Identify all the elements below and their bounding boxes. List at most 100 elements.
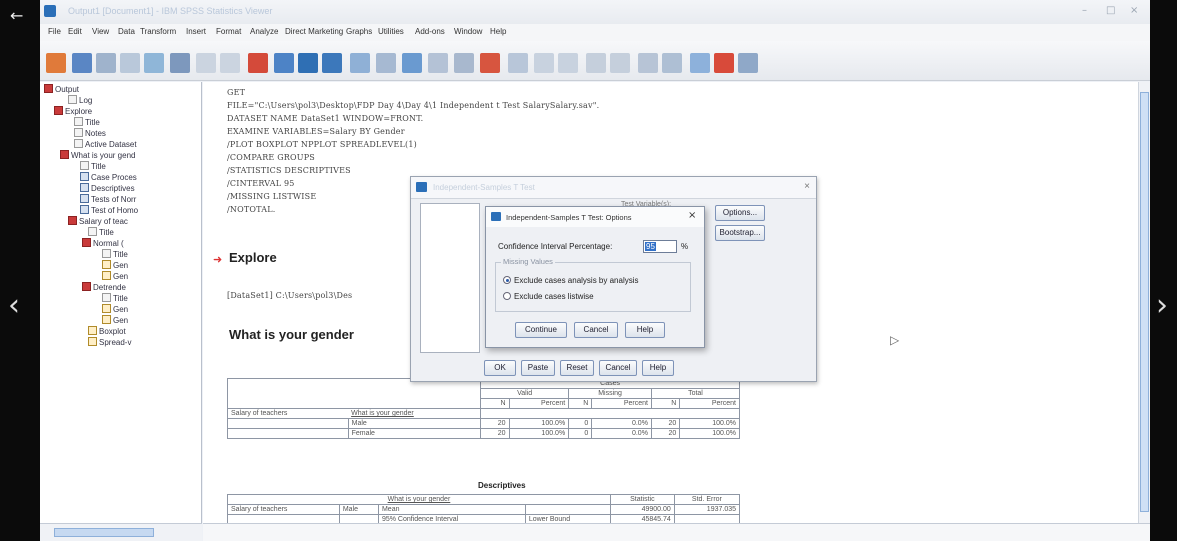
exclude-listwise-radio[interactable]: Exclude cases listwise bbox=[503, 292, 594, 301]
back-arrow-icon[interactable]: ← bbox=[10, 6, 23, 25]
variables-list[interactable] bbox=[420, 203, 480, 353]
tree-item-salary[interactable]: Salary of teac bbox=[68, 216, 128, 227]
tree-item-notes[interactable]: Notes bbox=[74, 128, 106, 139]
tree-item-active-dataset[interactable]: Active Dataset bbox=[74, 139, 137, 150]
tree-item-gen-chart[interactable]: Gen bbox=[102, 271, 128, 282]
goto-variable-icon[interactable] bbox=[298, 53, 318, 73]
section-heading[interactable]: What is your gender bbox=[229, 327, 354, 342]
insert-text-icon[interactable] bbox=[480, 53, 500, 73]
menu-graphs[interactable]: Graphs bbox=[346, 27, 372, 36]
tree-item-descriptives[interactable]: Descriptives bbox=[80, 183, 135, 194]
dialog-title: Independent-Samples T Test: Options bbox=[506, 213, 632, 222]
create-title-icon[interactable] bbox=[428, 53, 448, 73]
next-arrow-icon[interactable]: › bbox=[1156, 291, 1168, 321]
menu-transform[interactable]: Transform bbox=[140, 27, 176, 36]
tree-item-normal-qq[interactable]: Normal ( bbox=[82, 238, 124, 249]
show-icon[interactable] bbox=[638, 53, 658, 73]
menu-insert[interactable]: Insert bbox=[186, 27, 206, 36]
menu-add-ons[interactable]: Add-ons bbox=[415, 27, 445, 36]
tree-item-detrended[interactable]: Detrende bbox=[82, 282, 126, 293]
show-all-icon[interactable] bbox=[350, 53, 370, 73]
tree-item-title[interactable]: Title bbox=[102, 293, 128, 304]
maximize-button[interactable]: □ bbox=[1106, 5, 1115, 16]
tree-item-title[interactable]: Title bbox=[88, 227, 114, 238]
save-icon[interactable] bbox=[72, 53, 92, 73]
tree-item-title[interactable]: Title bbox=[74, 117, 100, 128]
tree-item-title[interactable]: Title bbox=[80, 161, 106, 172]
menu-utilities[interactable]: Utilities bbox=[378, 27, 404, 36]
tree-item-explore[interactable]: Explore bbox=[54, 106, 92, 117]
new-window-icon[interactable] bbox=[690, 53, 710, 73]
menu-direct-marketing[interactable]: Direct Marketing bbox=[285, 27, 343, 36]
case-processing-table[interactable]: Cases Valid Missing Total N Percent N Pe… bbox=[226, 378, 741, 439]
hide-items-icon[interactable] bbox=[662, 53, 682, 73]
recall-dialog-icon[interactable] bbox=[170, 53, 190, 73]
reset-button[interactable]: Reset bbox=[560, 360, 594, 376]
minimize-button[interactable]: – bbox=[1082, 5, 1087, 16]
scrollbar-thumb[interactable] bbox=[54, 528, 154, 537]
demote-arrow-icon[interactable] bbox=[558, 53, 578, 73]
select-last-output-icon[interactable] bbox=[402, 53, 422, 73]
descriptives-table[interactable]: What is your gender Statistic Std. Error… bbox=[227, 494, 741, 523]
promote-arrow-icon[interactable] bbox=[534, 53, 554, 73]
tree-item-homogeneity[interactable]: Test of Homo bbox=[80, 205, 138, 216]
chart-builder-icon[interactable] bbox=[714, 53, 734, 73]
goto-data-icon[interactable] bbox=[248, 53, 268, 73]
descriptives-title: Descriptives bbox=[478, 481, 526, 490]
help-button[interactable]: Help bbox=[642, 360, 674, 376]
tree-item-log[interactable]: Log bbox=[68, 95, 92, 106]
export-icon[interactable] bbox=[144, 53, 164, 73]
close-button[interactable]: × bbox=[1130, 5, 1138, 16]
redo-icon[interactable] bbox=[220, 53, 240, 73]
close-icon[interactable]: × bbox=[688, 210, 696, 221]
paste-button[interactable]: Paste bbox=[521, 360, 555, 376]
print-preview-icon[interactable] bbox=[120, 53, 140, 73]
menu-file[interactable]: File bbox=[48, 27, 61, 36]
stat-label: 95% Confidence Interval bbox=[377, 514, 526, 523]
cancel-button[interactable]: Cancel bbox=[574, 322, 618, 338]
tree-item-gender[interactable]: What is your gend bbox=[60, 150, 135, 161]
tree-item-tests-of-normality[interactable]: Tests of Norr bbox=[80, 194, 136, 205]
confidence-interval-input[interactable]: 95 bbox=[643, 240, 677, 253]
tree-item-title[interactable]: Title bbox=[102, 249, 128, 260]
tree-item-spread-level[interactable]: Spread-v bbox=[88, 337, 131, 348]
tree-item-gen-chart[interactable]: Gen bbox=[102, 304, 128, 315]
bootstrap-button[interactable]: Bootstrap... bbox=[715, 225, 765, 241]
close-icon[interactable]: × bbox=[804, 181, 810, 192]
vertical-scrollbar[interactable] bbox=[1138, 82, 1150, 523]
expand-icon[interactable] bbox=[586, 53, 606, 73]
exclude-analysis-radio[interactable]: Exclude cases analysis by analysis bbox=[503, 276, 639, 285]
help-button[interactable]: Help bbox=[625, 322, 665, 338]
dialog-recall-icon[interactable] bbox=[738, 53, 758, 73]
tree-item-gen-chart[interactable]: Gen bbox=[102, 315, 128, 326]
continue-button[interactable]: Continue bbox=[515, 322, 567, 338]
menu-format[interactable]: Format bbox=[216, 27, 241, 36]
tree-item-case-processing[interactable]: Case Proces bbox=[80, 172, 137, 183]
print-icon[interactable] bbox=[96, 53, 116, 73]
collapse-icon[interactable] bbox=[610, 53, 630, 73]
options-button[interactable]: Options... bbox=[715, 205, 765, 221]
designate-window-icon[interactable] bbox=[376, 53, 396, 73]
ok-button[interactable]: OK bbox=[484, 360, 516, 376]
tree-item-output[interactable]: Output bbox=[44, 84, 79, 95]
insert-heading-icon[interactable] bbox=[454, 53, 474, 73]
variables-icon[interactable] bbox=[322, 53, 342, 73]
tree-item-boxplot[interactable]: Boxplot bbox=[88, 326, 126, 337]
undo-icon[interactable] bbox=[196, 53, 216, 73]
menu-analyze[interactable]: Analyze bbox=[250, 27, 278, 36]
table-row: Salary of teachers Male Mean 49900.00 19… bbox=[227, 504, 741, 515]
menu-window[interactable]: Window bbox=[454, 27, 482, 36]
menu-view[interactable]: View bbox=[92, 27, 109, 36]
tree-item-gen-chart[interactable]: Gen bbox=[102, 260, 128, 271]
goto-case-icon[interactable] bbox=[274, 53, 294, 73]
menu-help[interactable]: Help bbox=[490, 27, 506, 36]
previous-arrow-icon[interactable]: ‹ bbox=[8, 291, 20, 321]
explore-heading[interactable]: Explore bbox=[229, 250, 277, 265]
open-folder-icon[interactable] bbox=[46, 53, 66, 73]
menu-data[interactable]: Data bbox=[118, 27, 135, 36]
menu-edit[interactable]: Edit bbox=[68, 27, 82, 36]
scrollbar-thumb[interactable] bbox=[1140, 92, 1149, 512]
cancel-button[interactable]: Cancel bbox=[599, 360, 637, 376]
hide-icon[interactable] bbox=[508, 53, 528, 73]
outline-horizontal-scrollbar[interactable] bbox=[40, 523, 202, 541]
